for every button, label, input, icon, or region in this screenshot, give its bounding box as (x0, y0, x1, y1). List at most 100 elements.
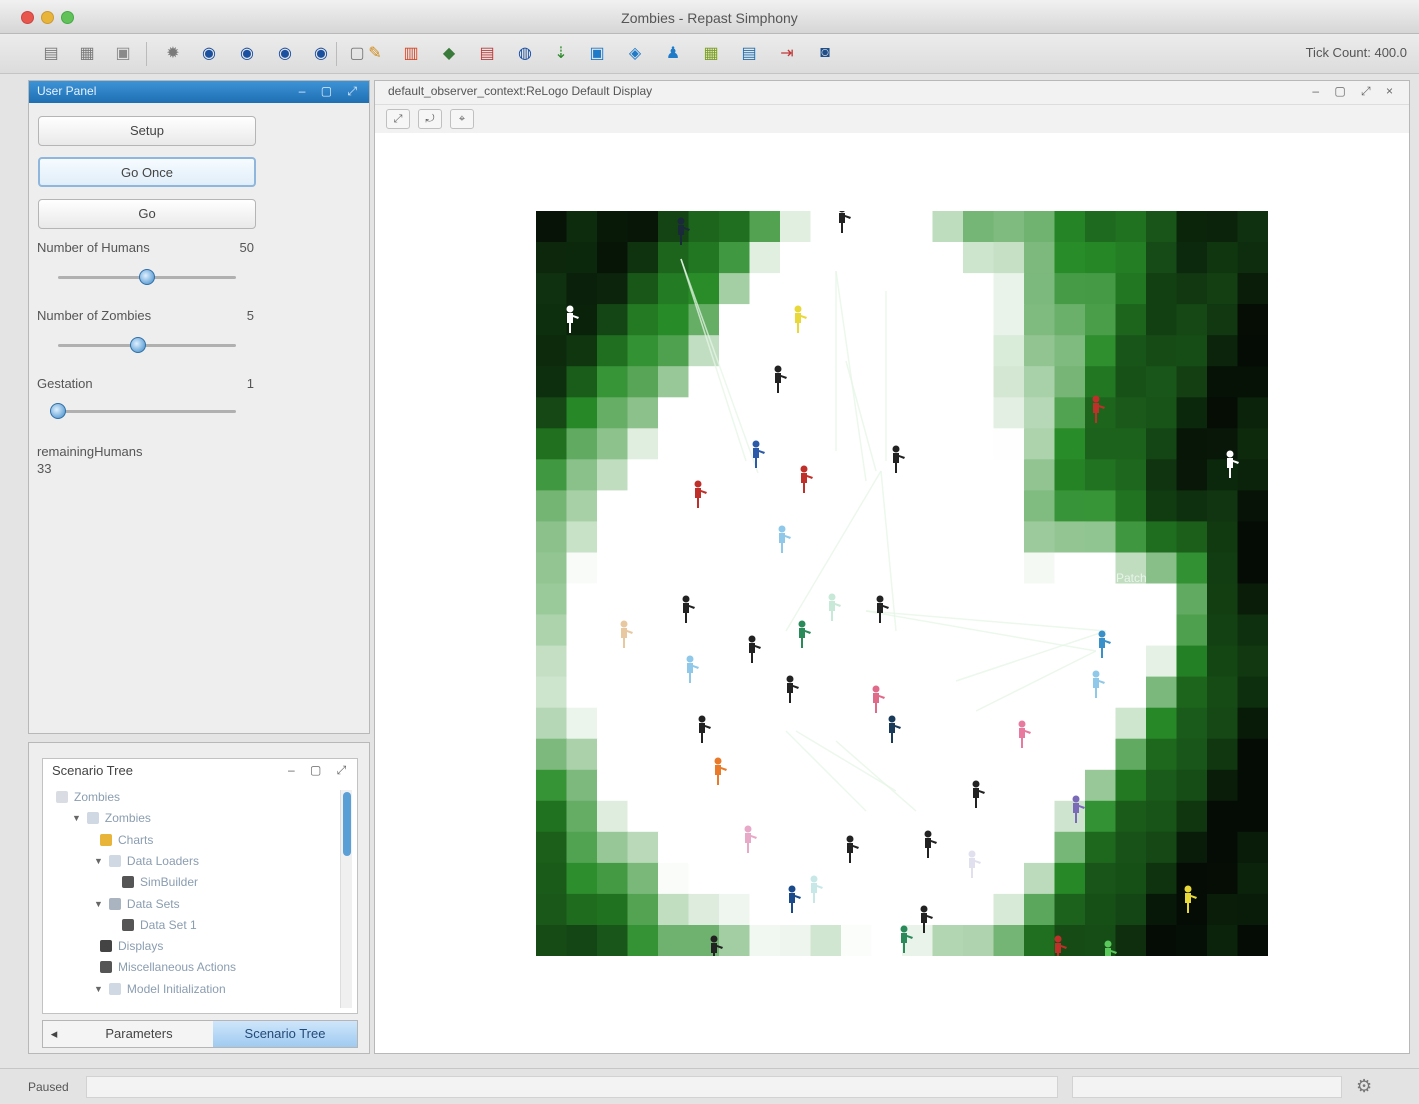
document-icon[interactable]: ▤ (736, 40, 762, 66)
wand-icon[interactable]: ✎ (362, 40, 388, 66)
print-icon[interactable]: ▣ (110, 40, 136, 66)
grid-patch (627, 428, 659, 460)
grid-patch (1024, 304, 1056, 336)
grid-patch (1085, 366, 1117, 398)
scenario-tree-window-controls[interactable]: – ▢ ⤢ (288, 763, 352, 778)
people-icon[interactable]: ♟ (660, 40, 686, 66)
step-icon[interactable]: ◉ (196, 40, 222, 66)
zombies-slider-track[interactable] (58, 344, 236, 347)
humans-slider-thumb[interactable] (139, 269, 155, 285)
tree-item[interactable]: ▼ Zombies (72, 811, 151, 825)
display-window-controls[interactable]: – ▢ ⤢ × (1312, 84, 1399, 99)
grid-patch (749, 490, 781, 522)
go-once-button[interactable]: Go Once (38, 157, 256, 187)
gear-icon[interactable]: ⚙ (1356, 1076, 1372, 1097)
expand-arrow-icon[interactable]: ▼ (72, 813, 81, 823)
grid-patch (993, 676, 1025, 709)
grid-patch (1085, 769, 1117, 802)
tree-item[interactable]: ▼ Data Loaders (94, 854, 199, 868)
monitor-icon[interactable]: ▣ (584, 40, 610, 66)
expand-arrow-icon[interactable]: ▼ (94, 899, 103, 909)
scenario-tree-scrollbar[interactable] (340, 790, 352, 1008)
globe-icon[interactable]: ◍ (512, 40, 538, 66)
expand-arrow-icon[interactable]: ▼ (94, 984, 103, 994)
tree-node-icon (86, 812, 99, 825)
agent-head (800, 465, 808, 473)
grid-patch (902, 552, 934, 585)
expand-arrow-icon[interactable]: ▼ (94, 856, 103, 866)
grid-patch (932, 676, 964, 709)
grid-patch (963, 211, 995, 243)
grid-patch (1176, 862, 1208, 895)
grid-patch (566, 614, 598, 647)
grid-patch (1207, 397, 1239, 429)
tab-scenario-tree[interactable]: Scenario Tree (213, 1021, 357, 1047)
network-icon[interactable]: ◈ (622, 40, 648, 66)
tree-item[interactable]: Displays (94, 939, 163, 953)
tree-item[interactable]: Data Set 1 (116, 918, 197, 932)
stop-icon[interactable]: ◉ (272, 40, 298, 66)
save-icon[interactable]: ▤ (38, 40, 64, 66)
zoom-tool-button[interactable]: ⤢ (386, 109, 410, 129)
reset-icon[interactable]: ◉ (308, 40, 334, 66)
grid-patch (688, 676, 720, 709)
tab-parameters[interactable]: Parameters (65, 1021, 213, 1047)
rotate-tool-button[interactable]: ⤾ (418, 109, 442, 129)
grid-patch (1146, 459, 1178, 491)
tree-item[interactable]: ▼ Model Initialization (94, 982, 226, 996)
tree-item[interactable]: Zombies (50, 790, 120, 804)
zombies-slider-thumb[interactable] (130, 337, 147, 353)
grid-patch (1146, 769, 1178, 802)
export-icon[interactable]: ⇥ (774, 40, 800, 66)
floppy-icon[interactable]: ▦ (74, 40, 100, 66)
grid-patch (1237, 893, 1268, 926)
gestation-slider-thumb[interactable] (50, 403, 66, 419)
grid-patch (963, 242, 995, 274)
database-icon[interactable]: ▤ (474, 40, 500, 66)
chart-icon[interactable]: ▥ (398, 40, 424, 66)
grid-patch (1115, 242, 1147, 274)
grid-patch (871, 925, 903, 956)
grid-patch (719, 738, 751, 771)
grid-patch (536, 304, 568, 336)
tree-item[interactable]: ▼ Data Sets (94, 897, 180, 911)
arrow-icon[interactable]: ⇣ (548, 40, 574, 66)
tree-item[interactable]: Charts (94, 833, 153, 847)
grid-patch (627, 490, 659, 522)
simulation-display-canvas[interactable]: Patch (536, 211, 1268, 956)
scrollbar-thumb[interactable] (343, 792, 351, 856)
grid-patch (749, 304, 781, 336)
panel-window-controls[interactable]: – ▢ ⤢ (299, 84, 363, 99)
param-value-gestation: 1 (246, 376, 254, 391)
grid-patch (597, 645, 629, 678)
gestation-slider-track[interactable] (58, 410, 236, 413)
agent-head (1104, 940, 1112, 948)
agent-head (714, 757, 722, 765)
go-button[interactable]: Go (38, 199, 256, 229)
settings-icon[interactable]: ✹ (160, 40, 186, 66)
grid-patch (688, 831, 720, 864)
setup-button[interactable]: Setup (38, 116, 256, 146)
grid-patch (1207, 862, 1239, 895)
play-icon[interactable]: ◉ (234, 40, 260, 66)
grid-patch (963, 335, 995, 367)
cube-icon[interactable]: ◆ (436, 40, 462, 66)
grid-patch (1115, 645, 1147, 678)
grid-patch (749, 397, 781, 429)
tree-item[interactable]: SimBuilder (116, 875, 198, 889)
tree-item[interactable]: Miscellaneous Actions (94, 960, 236, 974)
camera-icon[interactable]: ◙ (812, 40, 838, 66)
grid-patch (932, 521, 964, 553)
grid-patch (749, 583, 781, 616)
grid-patch (566, 335, 598, 367)
grid-patch (536, 335, 568, 367)
grid-patch (627, 366, 659, 398)
select-tool-button[interactable]: ⌖ (450, 109, 474, 129)
grid-patch (993, 428, 1025, 460)
grid-patch (566, 676, 598, 709)
grid-patch (597, 738, 629, 771)
grid-patch (1146, 800, 1178, 833)
spreadsheet-icon[interactable]: ▦ (698, 40, 724, 66)
grid-patch (658, 521, 690, 553)
tab-scroll-left[interactable]: ◂ (43, 1021, 65, 1047)
